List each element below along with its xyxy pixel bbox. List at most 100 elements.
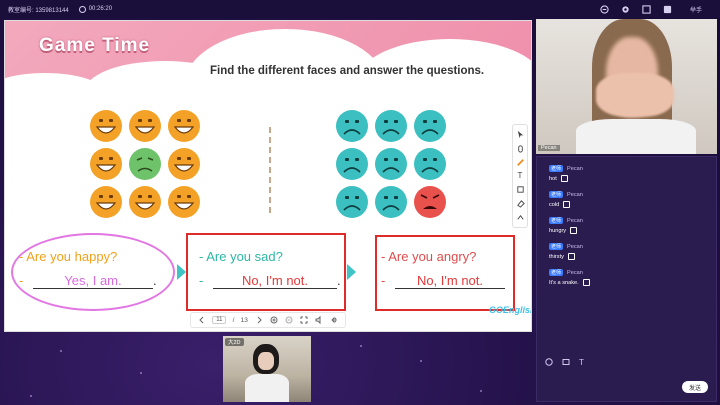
message-sender: Pecan	[567, 269, 583, 276]
answer-prefix: -	[381, 273, 386, 288]
student-body	[245, 374, 289, 402]
class-number: 教室编号: 1359813144	[8, 7, 69, 14]
happy-face-icon	[89, 109, 123, 143]
message-text: It's a snake.	[549, 279, 579, 286]
translate-icon[interactable]	[582, 279, 590, 286]
send-button[interactable]: 发送	[682, 381, 708, 393]
class-timer: 00:26:20	[78, 5, 112, 13]
image-icon[interactable]	[562, 358, 570, 368]
page-separator: /	[232, 316, 235, 324]
emoji-icon[interactable]	[545, 358, 553, 368]
role-badge: 老师	[549, 217, 564, 224]
answer-line-sad: - No, I'm not..	[199, 273, 341, 289]
role-badge: 老师	[549, 269, 564, 276]
sad-face-icon	[374, 185, 408, 219]
answer-happy: Yes, I am.	[32, 273, 153, 289]
eraser-icon[interactable]	[515, 198, 525, 208]
share-icon[interactable]	[600, 4, 610, 14]
star-decoration	[140, 372, 142, 374]
teacher-name-tag: Pecan	[538, 145, 560, 151]
zoom-out-icon[interactable]	[284, 316, 293, 325]
next-page-icon[interactable]	[254, 316, 263, 325]
happy-face-icon	[128, 185, 162, 219]
happy-face-icon	[89, 185, 123, 219]
arrow-right-icon	[347, 264, 356, 280]
pointer-icon[interactable]	[515, 130, 525, 140]
prev-page-icon[interactable]	[197, 316, 206, 325]
teacher-shirt	[576, 119, 696, 154]
happy-face-icon	[167, 185, 201, 219]
sad-face-icon	[335, 147, 369, 181]
sad-face-icon	[413, 109, 447, 143]
sad-face-icon	[374, 109, 408, 143]
message-text: cold	[549, 201, 560, 208]
hand-icon[interactable]	[515, 144, 525, 154]
pen-icon[interactable]	[515, 157, 525, 167]
sad-face-icon	[374, 147, 408, 181]
translate-icon[interactable]	[567, 253, 575, 260]
message-sender: Pecan	[567, 217, 583, 224]
message-sender: Pecan	[567, 165, 583, 172]
chat-message: 老师 Pecan hungry	[549, 217, 583, 234]
sound-wave-icon[interactable]	[330, 316, 339, 325]
teacher-video: Pecan	[536, 19, 717, 154]
star-decoration	[360, 345, 362, 347]
sad-face-icon	[335, 109, 369, 143]
happy-face-icon	[167, 109, 201, 143]
sick-face-icon	[128, 147, 162, 181]
text-tool-icon[interactable]: T	[515, 171, 525, 181]
top-icons: 举手	[600, 0, 720, 18]
happy-face-icon	[89, 147, 123, 181]
cloud-decoration	[5, 87, 531, 127]
message-text: hot	[549, 175, 557, 182]
answer-line-happy: - Yes, I am..	[19, 273, 157, 289]
student-video: 大2D	[223, 336, 311, 402]
role-badge: 老师	[549, 243, 564, 250]
role-badge: 老师	[549, 165, 564, 172]
text-format-icon[interactable]: T	[579, 358, 584, 368]
arrow-right-icon	[177, 264, 186, 280]
chat-message: 老师 Pecan thirsty	[549, 243, 583, 260]
sad-face-icon	[335, 185, 369, 219]
star-decoration	[480, 390, 482, 392]
translate-icon[interactable]	[560, 175, 568, 182]
message-text: thirsty	[549, 253, 564, 260]
star-decoration	[30, 395, 32, 397]
answer-prefix: -	[199, 273, 204, 288]
top-bar: 教室编号: 1359813144 00:26:20 举手	[0, 0, 720, 18]
message-text: hungry	[549, 227, 567, 234]
chat-message: 老师 Pecan hot	[549, 165, 583, 182]
answer-line-angry: - No, I'm not.	[381, 273, 505, 289]
zoom-in-icon[interactable]	[269, 316, 278, 325]
clock-icon	[78, 5, 86, 13]
page-navigator: 11 / 13	[190, 312, 346, 328]
answer-oval-happy	[11, 233, 175, 311]
star-decoration	[60, 350, 62, 352]
toggle-icon[interactable]	[663, 4, 673, 14]
chat-panel: 老师 Pecan hot 老师 Pecan cold 老师 Pecan hungry 老师 Peca…	[536, 156, 717, 402]
sad-face-icon	[413, 147, 447, 181]
dashed-divider	[269, 127, 271, 213]
collapse-icon[interactable]	[515, 212, 525, 222]
translate-icon[interactable]	[570, 227, 578, 234]
fullscreen-icon[interactable]	[642, 4, 652, 14]
message-sender: Pecan	[567, 191, 583, 198]
raise-hand-button[interactable]: 举手	[690, 5, 702, 14]
gear-icon[interactable]	[621, 4, 631, 14]
volume-icon[interactable]	[315, 316, 324, 325]
role-badge: 老师	[549, 191, 564, 198]
current-page[interactable]: 11	[212, 316, 227, 324]
answer-angry: No, I'm not.	[394, 273, 505, 289]
slide-instruction: Find the different faces and answer the …	[210, 65, 485, 77]
fit-screen-icon[interactable]	[300, 316, 309, 325]
slide-title: Game Time	[39, 35, 151, 56]
answer-sad: No, I'm not.	[212, 273, 337, 289]
student-face	[258, 352, 274, 370]
student-name-tag: 大2D	[225, 338, 244, 346]
shape-icon[interactable]	[515, 185, 525, 195]
happy-face-icon	[167, 147, 201, 181]
courseware-slide: Game Time Find the different faces and a…	[4, 20, 532, 332]
answer-prefix: -	[19, 273, 24, 288]
chat-message: 老师 Pecan cold	[549, 191, 583, 208]
translate-icon[interactable]	[563, 201, 571, 208]
